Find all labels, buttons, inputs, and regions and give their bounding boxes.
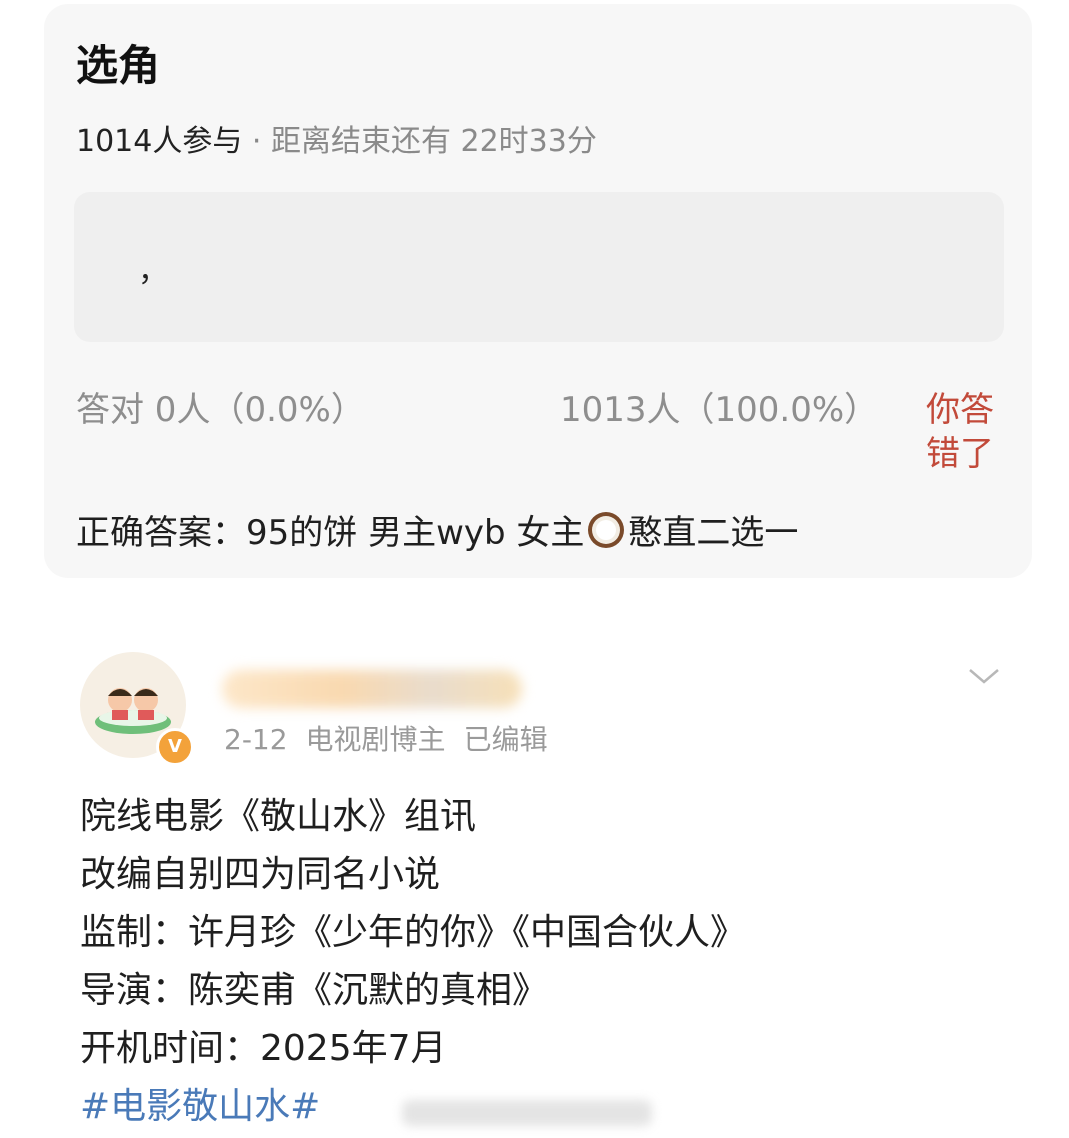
meta-separator: · — [242, 124, 271, 159]
coconut-icon — [588, 512, 625, 548]
post-body: 院线电影《敬山水》组讯 改编自别四为同名小说 监制：许月珍《少年的你》《中国合伙… — [80, 788, 746, 1136]
participant-count: 1014人参与 — [76, 124, 243, 159]
quiz-meta: 1014人参与 · 距离结束还有 22时33分 — [76, 122, 597, 162]
stat-correct: 答对 0人（0.0%） — [76, 390, 365, 430]
post-line: 改编自别四为同名小说 — [80, 854, 441, 895]
correct-answer: 正确答案：95的饼 男主wyb 女主 憨直二选一 — [76, 510, 798, 555]
post-line: 院线电影《敬山水》组讯 — [80, 796, 477, 837]
post-line: 监制：许月珍《少年的你》《中国合伙人》 — [80, 912, 747, 953]
answer-prefix: 正确答案：95的饼 男主wyb 女主 — [76, 513, 585, 553]
wrong-answer-badge: 你答错了 — [926, 390, 994, 474]
edited-label: 已编辑 — [463, 723, 548, 756]
verified-badge-icon: V — [156, 728, 194, 766]
author-role: 电视剧博主 — [305, 723, 446, 756]
post-date: 2-12 — [224, 723, 288, 756]
post-line: 开机时间：2025年7月 — [80, 1028, 447, 1069]
quiz-option[interactable]: ， — [74, 192, 1004, 342]
time-remaining: 距离结束还有 22时33分 — [270, 124, 597, 159]
post-meta: 2-12 电视剧博主 已编辑 — [224, 720, 566, 760]
answer-suffix: 憨直二选一 — [628, 513, 799, 553]
post-line: 导演：陈奕甫《沉默的真相》 — [80, 970, 549, 1011]
chevron-down-icon[interactable] — [966, 664, 1002, 688]
quiz-title: 选角 — [76, 41, 161, 90]
weibo-post: V 2-12 电视剧博主 已编辑 院线电影《敬山水》组讯 改编自别四为同名小说 监制… — [0, 600, 1069, 1138]
option-text: ， — [138, 254, 168, 289]
blurred-watermark — [402, 1100, 652, 1126]
quiz-card: 选角 1014人参与 · 距离结束还有 22时33分 ， 答对 0人（0.0%）… — [44, 4, 1032, 578]
stat-other: 1013人（100.0%） — [560, 390, 879, 430]
username-blurred[interactable] — [222, 670, 522, 708]
